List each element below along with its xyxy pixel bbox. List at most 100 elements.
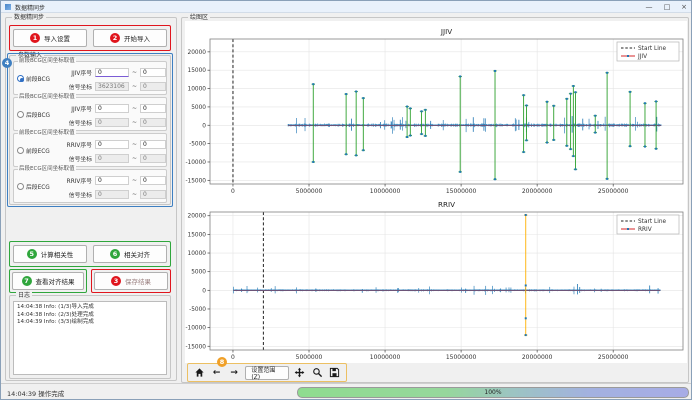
svg-text:20000: 20000 bbox=[188, 214, 207, 220]
rear-ecg-section-title: 后段ECG区间坐标取值 bbox=[18, 166, 76, 173]
jjiv-chart[interactable]: 0500000010000000150000002000000025000000… bbox=[185, 23, 687, 195]
app-icon bbox=[5, 4, 11, 10]
log-group-label: 日志 bbox=[16, 292, 32, 299]
rriv-index-from-input[interactable] bbox=[95, 176, 129, 185]
minimize-button[interactable]: — bbox=[641, 1, 657, 12]
import-settings-label: 导入设置 bbox=[44, 33, 70, 43]
radio-rear-bcg-dot[interactable] bbox=[17, 111, 24, 118]
svg-text:-10000: -10000 bbox=[185, 160, 206, 166]
svg-text:15000: 15000 bbox=[188, 68, 207, 74]
svg-text:-5000: -5000 bbox=[189, 142, 206, 148]
save-result-button[interactable]: 3 保存结果 bbox=[94, 272, 168, 290]
svg-text:JJIV: JJIV bbox=[637, 54, 647, 60]
signal-coord-to-input[interactable] bbox=[140, 190, 166, 199]
radio-front-bcg-dot[interactable] bbox=[17, 75, 24, 82]
compute-correlation-button[interactable]: 5 计算相关性 bbox=[13, 245, 87, 263]
svg-text:20000000: 20000000 bbox=[522, 354, 553, 361]
front-ecg-section-title: 前段ECG区间坐标取值 bbox=[18, 130, 76, 137]
rear-ecg-section: 后段ECG区间坐标取值 后段ECG RRIV序号 ~ 信号坐标 ~ bbox=[13, 169, 167, 203]
param-row: RRIV序号 ~ bbox=[64, 139, 166, 149]
param-row: JJIV序号 ~ bbox=[64, 67, 166, 77]
signal-coord-from-input[interactable] bbox=[95, 82, 129, 91]
log-area[interactable]: 14:04:38 Info: (1/3)导入完成 14:04:38 Info: … bbox=[13, 301, 167, 375]
svg-text:10000: 10000 bbox=[188, 87, 207, 93]
jjiv-index-from-input[interactable] bbox=[95, 68, 129, 77]
signal-coord-to-input[interactable] bbox=[140, 82, 166, 91]
zoom-icon[interactable] bbox=[311, 366, 323, 379]
svg-text:Start Line: Start Line bbox=[638, 46, 667, 52]
status-bar: 14:04:39 操作完成 100% bbox=[1, 383, 692, 400]
rriv-index-to-input[interactable] bbox=[140, 140, 166, 149]
set-range-button[interactable]: 设置范围(Z) bbox=[245, 366, 288, 380]
param-row: 信号坐标 ~ bbox=[64, 117, 166, 127]
radio-rear-ecg-dot[interactable] bbox=[17, 183, 24, 190]
radio-rear-ecg[interactable]: 后段ECG bbox=[17, 182, 63, 191]
step-8-badge: 8 bbox=[217, 357, 227, 367]
radio-front-ecg[interactable]: 前段ECG bbox=[17, 146, 63, 155]
svg-text:15000000: 15000000 bbox=[446, 354, 477, 361]
start-import-label: 开始导入 bbox=[124, 33, 150, 43]
svg-text:15000: 15000 bbox=[188, 232, 207, 238]
progress-bar: 100% bbox=[297, 387, 689, 398]
svg-text:10000000: 10000000 bbox=[370, 354, 401, 361]
svg-text:25000000: 25000000 bbox=[598, 354, 629, 361]
svg-text:5000000: 5000000 bbox=[296, 354, 323, 361]
signal-coord-to-input[interactable] bbox=[140, 154, 166, 163]
param-row: RRIV序号 ~ bbox=[64, 175, 166, 185]
jjiv-index-from-input[interactable] bbox=[95, 104, 129, 113]
svg-text:JJIV: JJIV bbox=[440, 27, 452, 36]
import-settings-button[interactable]: 1 导入设置 bbox=[13, 29, 87, 47]
log-line: 14:04:39 Info: (3/3)绘制完成 bbox=[17, 319, 163, 327]
signal-coord-to-input[interactable] bbox=[140, 118, 166, 127]
svg-text:-5000: -5000 bbox=[189, 307, 206, 313]
rriv-index-from-input[interactable] bbox=[95, 140, 129, 149]
svg-text:RRIV: RRIV bbox=[438, 200, 455, 209]
svg-text:20000000: 20000000 bbox=[522, 188, 553, 195]
radio-rear-bcg[interactable]: 后段BCG bbox=[17, 110, 63, 119]
rriv-index-to-input[interactable] bbox=[140, 176, 166, 185]
svg-text:Start Line: Start Line bbox=[638, 219, 667, 225]
view-align-result-button[interactable]: 7 查看对齐结果 bbox=[12, 272, 84, 290]
home-icon[interactable] bbox=[193, 366, 205, 379]
svg-text:5000000: 5000000 bbox=[296, 188, 323, 195]
step-6-badge: 6 bbox=[110, 249, 120, 259]
close-button[interactable]: × bbox=[676, 1, 692, 12]
save-result-label: 保存结果 bbox=[125, 276, 151, 286]
signal-coord-from-input[interactable] bbox=[95, 118, 129, 127]
back-icon[interactable]: ← bbox=[210, 366, 222, 379]
plot-toolbar: ← → 设置范围(Z) bbox=[188, 365, 346, 380]
param-row: 信号坐标 ~ bbox=[64, 81, 166, 91]
radio-front-ecg-dot[interactable] bbox=[17, 147, 24, 154]
svg-text:-15000: -15000 bbox=[185, 344, 206, 350]
log-line: 14:04:38 Info: (1/3)导入完成 bbox=[17, 304, 163, 312]
correlation-align-button[interactable]: 6 相关对齐 bbox=[93, 245, 167, 263]
svg-text:0: 0 bbox=[202, 288, 206, 294]
correlation-align-label: 相关对齐 bbox=[124, 249, 150, 259]
step-2-badge: 2 bbox=[110, 33, 120, 43]
maximize-button[interactable]: □ bbox=[659, 1, 675, 12]
signal-coord-from-input[interactable] bbox=[95, 154, 129, 163]
jjiv-index-to-input[interactable] bbox=[140, 104, 166, 113]
window-title: 数据精同步 bbox=[15, 3, 45, 12]
rriv-chart[interactable]: 0 5000000 10000000 15000000 20000000 25000000… bbox=[185, 197, 687, 363]
log-line: 14:04:38 Info: (2/3)处理完成 bbox=[17, 312, 163, 320]
app-window: 数据精同步 — □ × 数据精同步 1 导入设置 2 开始导入 参数输入 4 前… bbox=[0, 0, 692, 400]
view-align-result-label: 查看对齐结果 bbox=[36, 276, 75, 286]
rear-bcg-section-title: 后段BCG区间坐标取值 bbox=[18, 94, 76, 101]
svg-text:0: 0 bbox=[202, 123, 206, 129]
svg-text:0: 0 bbox=[231, 188, 235, 195]
svg-text:10000: 10000 bbox=[188, 251, 207, 257]
pan-icon[interactable] bbox=[294, 366, 306, 379]
jjiv-index-to-input[interactable] bbox=[140, 68, 166, 77]
param-row: 信号坐标 ~ bbox=[64, 189, 166, 199]
step-7-badge: 7 bbox=[22, 276, 32, 286]
radio-front-bcg[interactable]: 前段BCG bbox=[17, 74, 63, 83]
start-import-button[interactable]: 2 开始导入 bbox=[93, 29, 167, 47]
param-row: JJIV序号 ~ bbox=[64, 103, 166, 113]
svg-text:25000000: 25000000 bbox=[598, 188, 629, 195]
signal-coord-from-input[interactable] bbox=[95, 190, 129, 199]
forward-icon[interactable]: → bbox=[228, 366, 240, 379]
rear-bcg-section: 后段BCG区间坐标取值 后段BCG JJIV序号 ~ 信号坐标 ~ bbox=[13, 97, 167, 131]
title-bar: 数据精同步 — □ × bbox=[1, 1, 692, 13]
save-icon[interactable] bbox=[329, 366, 341, 379]
